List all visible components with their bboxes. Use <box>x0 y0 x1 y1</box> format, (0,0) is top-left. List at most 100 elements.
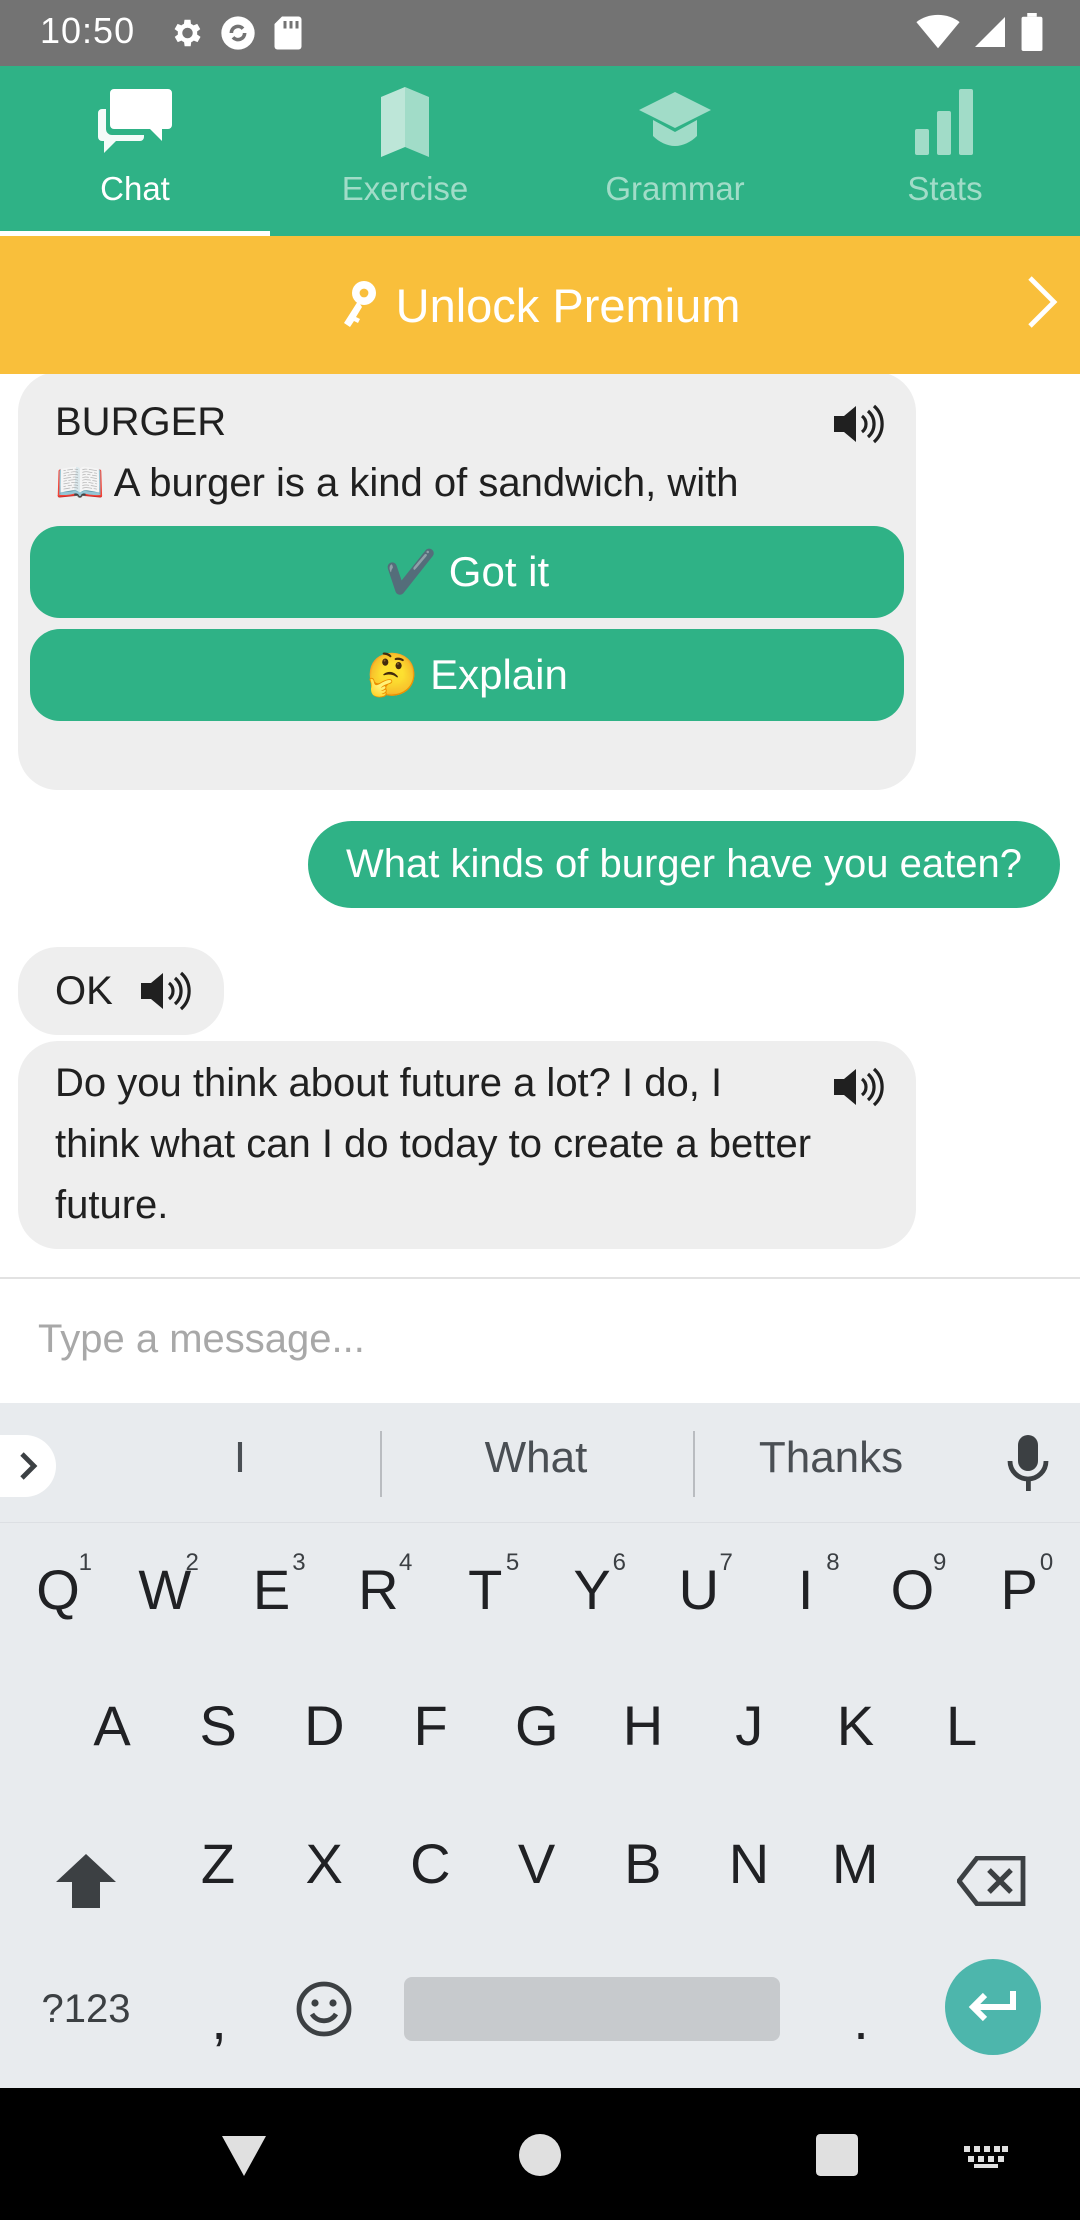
wifi-icon <box>916 14 960 49</box>
key-p[interactable]: P0 <box>965 1529 1073 1649</box>
chat-bubbles-icon <box>98 86 172 158</box>
home-icon[interactable] <box>519 2134 561 2176</box>
key-letter: D <box>304 1693 345 1757</box>
tab-label: Chat <box>100 170 170 207</box>
suggestion-divider <box>693 1431 695 1497</box>
bar-chart-icon <box>915 86 975 158</box>
suggestion-divider <box>380 1431 382 1497</box>
key-letter: M <box>831 1831 879 1895</box>
shift-icon <box>56 1854 116 1908</box>
key-letter: S <box>199 1693 237 1757</box>
key-o[interactable]: O9 <box>858 1529 966 1649</box>
expand-toolbar-button[interactable] <box>0 1435 56 1497</box>
recents-icon[interactable] <box>816 2134 858 2176</box>
symbols-key[interactable]: ?123 <box>32 1949 140 2069</box>
key-number-hint: 7 <box>719 1549 733 1576</box>
key-letter: Y <box>573 1557 611 1621</box>
tab-grammar[interactable]: Grammar <box>540 66 810 236</box>
key-z[interactable]: Z <box>164 1803 272 1923</box>
microphone-icon[interactable] <box>1006 1433 1050 1493</box>
key-m[interactable]: M <box>801 1803 909 1923</box>
key-v[interactable]: V <box>483 1803 591 1923</box>
status-time: 10:50 <box>40 10 136 51</box>
suggestion-3[interactable]: Thanks <box>731 1433 931 1483</box>
key-d[interactable]: D <box>270 1665 378 1785</box>
key-h[interactable]: H <box>589 1665 697 1785</box>
tab-chat[interactable]: Chat <box>0 66 270 236</box>
sync-icon <box>221 16 255 50</box>
key-e[interactable]: E3 <box>218 1529 326 1649</box>
tab-exercise[interactable]: Exercise <box>270 66 540 236</box>
message-composer <box>0 1277 1080 1403</box>
got-it-button[interactable]: ✔️ Got it <box>30 526 904 618</box>
soft-keyboard: I What Thanks Q1W2E3R4T5Y6U7I8O9P0 ASDFG… <box>0 1403 1080 2088</box>
signal-icon <box>975 17 1005 47</box>
suggestion-bar: I What Thanks <box>0 1403 1080 1523</box>
user-message-bubble: What kinds of burger have you eaten? <box>308 821 1060 908</box>
key-letter: X <box>305 1831 343 1895</box>
key-number-hint: 8 <box>826 1549 840 1576</box>
key-number-hint: 9 <box>933 1549 947 1576</box>
enter-key[interactable] <box>945 1959 1041 2055</box>
key-n[interactable]: N <box>695 1803 803 1923</box>
key-q[interactable]: Q1 <box>4 1529 112 1649</box>
tab-stats[interactable]: Stats <box>810 66 1080 236</box>
key-number-hint: 6 <box>612 1549 626 1576</box>
suggestion-1[interactable]: I <box>140 1433 340 1483</box>
key-letter: Z <box>200 1831 236 1895</box>
chevron-right-icon <box>20 1452 38 1480</box>
key-number-hint: 2 <box>185 1549 199 1576</box>
status-bar: 10:50 <box>0 0 1080 66</box>
key-letter: H <box>622 1693 664 1757</box>
key-l[interactable]: L <box>908 1665 1016 1785</box>
key-letter: R <box>358 1557 399 1621</box>
speaker-icon[interactable] <box>832 404 884 444</box>
comma-key[interactable]: , <box>164 1959 274 2079</box>
word-card-title: BURGER <box>55 400 227 444</box>
tab-label: Grammar <box>605 170 745 207</box>
key-letter: T <box>468 1557 503 1621</box>
bot-ok-bubble: OK <box>18 947 224 1035</box>
key-x[interactable]: X <box>270 1803 378 1923</box>
key-letter: E <box>252 1557 291 1621</box>
emoji-key[interactable] <box>270 1949 378 2069</box>
key-number-hint: 0 <box>1039 1549 1054 1576</box>
key-w[interactable]: W2 <box>111 1529 219 1649</box>
key-letter: L <box>946 1693 978 1757</box>
key-u[interactable]: U7 <box>645 1529 753 1649</box>
key-g[interactable]: G <box>483 1665 591 1785</box>
key-c[interactable]: C <box>376 1803 484 1923</box>
key-f[interactable]: F <box>377 1665 485 1785</box>
key-i[interactable]: I8 <box>752 1529 860 1649</box>
suggestion-2[interactable]: What <box>436 1433 636 1483</box>
tab-label: Stats <box>907 170 983 207</box>
chevron-right-icon[interactable] <box>1026 274 1058 330</box>
emoji-icon <box>296 1981 352 2037</box>
speaker-icon[interactable] <box>139 971 191 1011</box>
keyboard-switch-icon[interactable] <box>964 2146 1008 2168</box>
key-letter: J <box>735 1693 764 1757</box>
key-letter: F <box>413 1693 448 1757</box>
key-y[interactable]: Y6 <box>538 1529 646 1649</box>
key-letter: C <box>410 1831 451 1895</box>
key-letter: G <box>515 1693 559 1757</box>
key-r[interactable]: R4 <box>324 1529 432 1649</box>
key-t[interactable]: T5 <box>431 1529 539 1649</box>
shift-key[interactable] <box>32 1821 140 1941</box>
unlock-premium-banner[interactable]: Unlock Premium <box>0 236 1080 374</box>
message-input[interactable] <box>38 1309 1038 1369</box>
key-a[interactable]: A <box>58 1665 166 1785</box>
back-icon[interactable] <box>220 2134 268 2178</box>
backspace-key[interactable] <box>938 1821 1046 1941</box>
key-letter: A <box>93 1693 131 1757</box>
period-key[interactable]: . <box>806 1959 916 2079</box>
speaker-icon[interactable] <box>832 1067 884 1107</box>
key-s[interactable]: S <box>164 1665 272 1785</box>
key-j[interactable]: J <box>695 1665 803 1785</box>
chat-area[interactable]: BURGER 📖 A burger is a kind of sandwich,… <box>0 374 1080 1278</box>
explain-button[interactable]: 🤔 Explain <box>30 629 904 721</box>
key-k[interactable]: K <box>801 1665 909 1785</box>
key-letter: N <box>728 1831 770 1895</box>
space-bar[interactable] <box>404 1977 780 2041</box>
key-b[interactable]: B <box>589 1803 697 1923</box>
